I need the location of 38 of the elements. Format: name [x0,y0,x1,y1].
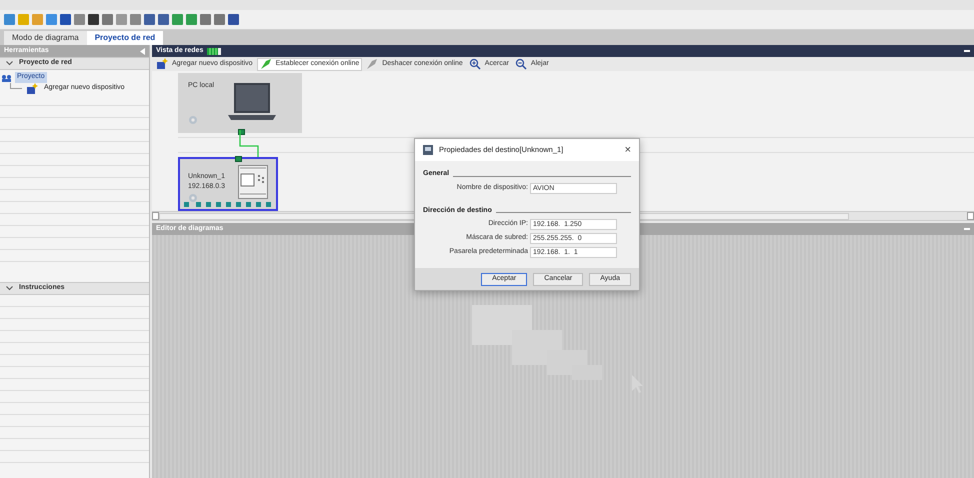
minimize-icon[interactable] [964,50,970,52]
toolbar-icon[interactable] [158,14,169,25]
toolbar-icon[interactable] [102,14,113,25]
network-icon [2,74,11,82]
tab[interactable]: Modo de diagrama [4,31,87,45]
device-add-icon [156,58,168,70]
toolbar-icon[interactable] [74,14,85,25]
toolbar-icon[interactable] [116,14,127,25]
minimize-icon[interactable] [964,228,970,230]
chevron-icon [6,286,13,291]
toolbar-icon[interactable] [88,14,99,25]
gear-icon [188,193,198,203]
toolbar-icon[interactable] [172,14,183,25]
toolbar-icon[interactable] [130,14,141,25]
tab[interactable]: Proyecto de red [86,31,164,45]
collapse-icon[interactable] [140,48,145,54]
toolbar-icon[interactable] [186,14,197,25]
device-add-icon [26,82,38,94]
scroll-right-icon[interactable] [967,212,974,220]
toolbar-icon[interactable] [18,14,29,25]
toolbar-icon[interactable] [4,14,15,25]
gear-icon [188,115,198,125]
toolbar-icon[interactable] [46,14,57,25]
toolbar-icon[interactable] [144,14,155,25]
toolbar-icon[interactable] [228,14,239,25]
toolbar-icon[interactable] [200,14,211,25]
close-button[interactable]: × [624,144,631,156]
zoom-in-icon [468,58,481,70]
zoom-out-icon [514,58,527,70]
toolbar-icon[interactable] [214,14,225,25]
chevron-icon [6,61,13,66]
port-icon [235,156,242,162]
scroll-left-icon[interactable] [152,212,159,220]
status-bar-icon [207,48,222,54]
window-icon [423,145,433,155]
toolbar-icon[interactable] [60,14,71,25]
plc-module-icon [238,165,268,199]
toolbar-icon[interactable] [32,14,43,25]
